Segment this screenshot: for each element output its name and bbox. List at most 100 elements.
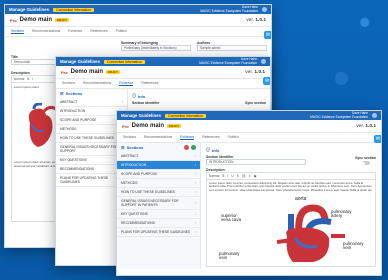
sections-panel-header-3: ☰ Sections [117,143,200,152]
tab-recommendations-2[interactable]: Recommendations [83,81,111,86]
connection-warning: Connection information [53,7,94,12]
tab-evidence-2[interactable]: Evidence [119,81,134,86]
authors-field[interactable]: Sample admin [197,45,267,51]
image-icon[interactable]: ▣ [254,174,257,178]
title-bar: Pro Demo main DRAFT ver. 1.0.1 [5,14,271,27]
version-label-3: ver. 1.0.1 [356,123,376,129]
tab-references-2[interactable]: References [141,81,158,86]
link-icon[interactable]: ⛓ [242,174,246,178]
doc-prefix-2: Pro [61,69,68,75]
window-front: Manage Guidelines Connection information… [116,110,382,276]
list-icon: ☰ [60,91,64,96]
connection-warning-3: Connection information [165,113,206,118]
italic-icon[interactable]: I [32,77,33,81]
description-text: Lorem ipsum dolor sit amet, consectetur … [209,181,373,192]
doc-title-3: Demo main [131,123,165,129]
font-select-3[interactable]: Normal [209,174,219,178]
tab-sections-2[interactable]: Sections [62,81,75,86]
tab-publish[interactable]: Publish [116,29,127,34]
bold-icon[interactable]: B [222,174,224,178]
editor-toolbar-3: Normal B I U S ⛓ ≡ ▣ [206,172,376,179]
tab-bar-2: Sections Recommendations Evidence Refere… [56,79,270,89]
app-brand-2[interactable]: Manage Guidelines [60,59,100,64]
connection-warning-2: Connection information [104,59,145,64]
tab-evidence[interactable]: Evidence [68,29,82,34]
chat-icon[interactable]: ✉ [264,31,271,39]
section-row-recommendations[interactable]: RECOMMENDATIONS › [117,219,200,228]
info-panel-header: ⓘ Info [132,93,146,99]
avatar-2[interactable] [261,59,266,64]
app-brand-3[interactable]: Manage Guidelines [121,113,161,118]
label-aorta: aorta [295,196,307,202]
chat-icon-2[interactable]: ✉ [263,77,270,85]
user-info-3: Dave Hahn MAGIC Evidence Ecosystem Founda… [310,111,368,119]
section-row-key-questions[interactable]: KEY QUESTIONS › [117,210,200,219]
label-pulmonary-vein-right: pulmonary vein [343,241,364,251]
editor-area-3[interactable]: Lorem ipsum dolor sit amet, consectetur … [206,179,376,267]
tab-evidence-3[interactable]: Evidence [180,135,195,140]
info-icon: ⓘ [206,147,210,152]
bold-icon[interactable]: B [27,77,29,81]
delete-icon[interactable] [184,145,189,150]
section-row-general-issues[interactable]: GENERAL ISSUES NECESSARY FOR SUPPORT IN … [117,197,200,210]
label-superior-vena-cava: superior vena cava [221,213,242,223]
user-info: Dave Hahn MAGIC Evidence Ecosystem Founda… [200,5,258,13]
section-row[interactable]: ABSTRACT › [56,98,127,107]
draft-badge-2: DRAFT [106,70,121,74]
tab-sections[interactable]: Sections [11,29,25,34]
chat-icon-3[interactable]: ✉ [374,135,381,143]
strike-icon[interactable]: S [237,174,239,178]
info-panel-header-3: ⓘ Info [206,147,220,153]
tab-references-3[interactable]: References [202,135,219,140]
list-icon: ☰ [121,145,125,150]
info-icon: ⓘ [132,93,136,98]
section-row-introduction[interactable]: INTRODUCTION › [117,161,200,170]
sync-label: Sync section [245,101,266,105]
app-bar-2: Manage Guidelines Connection information… [56,57,270,66]
app-bar: Manage Guidelines Connection information… [5,5,271,14]
avatar-3[interactable] [372,113,377,118]
summary-select[interactable]: Preliminary (Immediately in Sections) [121,45,191,51]
tab-recommendations[interactable]: Recommendations [32,29,60,34]
font-select[interactable]: Normal [14,77,24,81]
tab-sections-3[interactable]: Sections [123,135,136,140]
avatar[interactable] [262,7,267,12]
info-panel: ⓘ Info Section identifier INTRODUCTION Sy… [201,143,381,269]
sections-panel: ☰ Sections ABSTRACT › INTRODUCTION › SCOPE … [117,143,201,269]
sync-label-3: Sync section [355,156,376,160]
title-bar-2: Pro Demo main DRAFT ver. 1.0.1 [56,66,270,79]
section-row-scope[interactable]: SCOPE AND PURPOSE › [117,170,200,179]
section-row-abstract[interactable]: ABSTRACT › [117,152,200,161]
draft-badge-3: DRAFT [167,124,182,128]
app-brand[interactable]: Manage Guidelines [9,7,49,12]
doc-title: Demo main [19,17,53,23]
version-label-2: ver. 1.0.1 [245,69,265,75]
add-icon[interactable] [191,145,196,150]
label-pulmonary-vein-left: pulmonary vein [219,251,240,261]
italic-icon[interactable]: I [227,174,228,178]
tab-bar: Sections Recommendations Evidence Refere… [5,27,271,37]
section-row-how-to-use[interactable]: HOW TO USE THESE GUIDELINES › [117,188,200,197]
doc-prefix-3: Pro [122,123,129,129]
tab-references[interactable]: References [90,29,107,34]
tab-recommendations-3[interactable]: Recommendations [144,135,172,140]
underline-icon[interactable]: U [231,174,233,178]
doc-prefix: Pro [10,17,17,23]
section-row-plans[interactable]: PLANS FOR UPDATING THESE GUIDELINES › [117,228,200,237]
section-id-label: Section identifier [132,101,160,105]
heart-illustration-small [28,102,57,147]
sync-toggle[interactable] [361,161,370,165]
tab-publish-3[interactable]: Publish [228,135,239,140]
sections-panel-header: ☰ Sections [60,91,83,96]
label-pulmonary-artery: pulmonary artery [331,209,352,219]
version-label: ver. 1.0.1 [246,17,266,23]
title-bar-3: Pro Demo main DRAFT ver. 1.0.1 [117,120,381,133]
section-row-methods[interactable]: METHODS › [117,179,200,188]
doc-title-2: Demo main [70,69,104,75]
section-id-input[interactable]: INTRODUCTION [206,159,306,165]
app-bar-3: Manage Guidelines Connection information… [117,111,381,120]
tab-bar-3: Sections Recommendations Evidence Refere… [117,133,381,143]
list-bullet-icon[interactable]: ≡ [249,174,251,178]
user-info-2: Dave Hahn MAGIC Evidence Ecosystem Founda… [199,57,257,65]
draft-badge: DRAFT [55,18,70,22]
